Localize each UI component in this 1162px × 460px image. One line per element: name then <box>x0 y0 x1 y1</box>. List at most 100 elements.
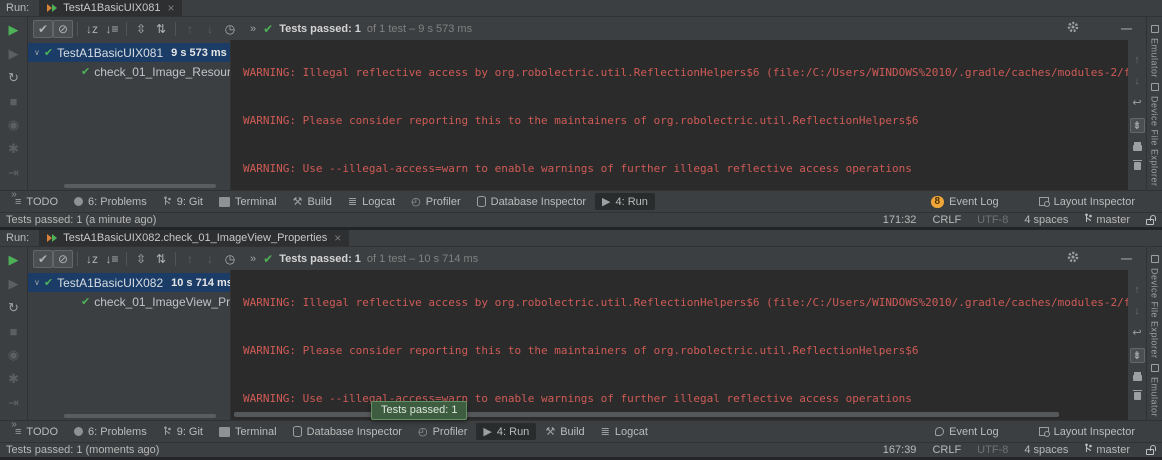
toolwindow-button-terminal[interactable]: Terminal <box>212 424 284 440</box>
caret-position[interactable]: 167:39 <box>883 444 917 456</box>
collapse-all-button[interactable]: ⇅ <box>151 250 171 268</box>
toolwindow-button-build[interactable]: ⚒Build <box>286 193 339 210</box>
chevron-down-icon[interactable]: ∨ <box>34 48 40 57</box>
toolwindow-button-build[interactable]: ⚒Build <box>538 423 591 440</box>
test-tree-row-method[interactable]: ✔ check_01_Image_Resources 9 s 573 ms <box>28 62 230 81</box>
toolwindow-button-logcat[interactable]: ≣Logcat <box>594 423 655 440</box>
toolwindow-button-terminal[interactable]: Terminal <box>212 194 284 210</box>
toolwindow-button-git[interactable]: 9: Git <box>156 424 210 440</box>
device-file-explorer-icon[interactable] <box>1151 83 1159 91</box>
caret-position[interactable]: 171:32 <box>883 214 917 226</box>
console-horizontal-scrollbar[interactable] <box>234 412 1059 417</box>
test-history-dropdown-button[interactable]: ◷ <box>220 20 240 38</box>
more-actions-icon[interactable]: » <box>250 23 255 35</box>
test-tree-row-method[interactable]: ✔ check_01_ImageView_Properties 10 s 714… <box>28 292 230 311</box>
show-ignored-button[interactable]: ⊘ <box>53 20 73 38</box>
next-occurrence-button[interactable]: ↓ <box>200 250 220 268</box>
tool-window-stripe-device-file-explorer[interactable]: Device File Explorer <box>1150 268 1160 359</box>
clear-all-icon[interactable] <box>1134 392 1141 400</box>
rerun-failed-tests-button[interactable]: ▶ <box>9 276 19 292</box>
toolwindow-button-database-inspector[interactable]: Database Inspector <box>470 194 593 210</box>
toggle-auto-test-button[interactable]: ↻ <box>8 70 19 86</box>
test-tree-row-root[interactable]: ∨ ✔ TestA1BasicUIX082 (org.aplas.basica … <box>28 273 230 292</box>
screenshot-button[interactable]: ◉ <box>8 347 19 363</box>
import-tests-button[interactable]: ⇥ <box>8 165 19 181</box>
next-occurrence-button[interactable]: ↓ <box>200 20 220 38</box>
layout-inspector-button[interactable]: Layout Inspector <box>1032 194 1142 210</box>
clear-all-icon[interactable] <box>1134 162 1141 170</box>
toolwindow-button-profiler[interactable]: ◴Profiler <box>411 423 474 440</box>
emulator-icon[interactable] <box>1151 364 1159 372</box>
print-icon[interactable] <box>1133 375 1142 381</box>
toolwindow-button-problems[interactable]: 6: Problems <box>67 194 154 210</box>
toolwindow-button-run[interactable]: ▶4: Run <box>595 193 655 210</box>
soft-wrap-icon[interactable]: ↩ <box>1132 326 1141 339</box>
show-ignored-button[interactable]: ⊘ <box>53 250 73 268</box>
console-output[interactable]: WARNING: Illegal reflective access by or… <box>230 270 1128 420</box>
hide-tool-window-icon[interactable]: — <box>1121 253 1132 265</box>
toolwindow-button-todo[interactable]: ≡TODO <box>8 424 65 440</box>
import-tests-button[interactable]: ⇥ <box>8 395 19 411</box>
indent-indicator[interactable]: 4 spaces <box>1024 444 1068 456</box>
tool-window-stripe-emulator[interactable]: Emulator <box>1150 377 1160 417</box>
event-log-button[interactable]: Event Log <box>928 424 1006 440</box>
line-ending-indicator[interactable]: CRLF <box>932 214 961 226</box>
line-ending-indicator[interactable]: CRLF <box>932 444 961 456</box>
expand-all-button[interactable]: ⇳ <box>131 20 151 38</box>
test-history-button[interactable]: ✱ <box>8 371 19 387</box>
chevron-down-icon[interactable]: ∨ <box>34 278 40 287</box>
test-history-button[interactable]: ✱ <box>8 141 19 157</box>
toolwindow-button-profiler[interactable]: ◴Profiler <box>404 193 467 210</box>
git-branch-widget[interactable]: master <box>1084 443 1130 457</box>
toggle-auto-test-button[interactable]: ↻ <box>8 300 19 316</box>
up-stack-trace-icon[interactable]: ↑ <box>1134 54 1140 66</box>
toolwindow-button-database-inspector[interactable]: Database Inspector <box>286 424 409 440</box>
run-tab[interactable]: TestA1BasicUIX082.check_01_ImageView_Pro… <box>39 230 349 246</box>
test-history-dropdown-button[interactable]: ◷ <box>220 250 240 268</box>
event-log-button[interactable]: 8Event Log <box>924 194 1006 210</box>
show-passed-button[interactable]: ✔ <box>33 20 53 38</box>
toolwindow-button-todo[interactable]: ≡TODO <box>8 194 65 210</box>
screenshot-button[interactable]: ◉ <box>8 117 19 133</box>
soft-wrap-icon[interactable]: ↩ <box>1132 96 1141 109</box>
test-tree-row-root[interactable]: ∨ ✔ TestA1BasicUIX081 (org.aplas.basica … <box>28 43 230 62</box>
scroll-to-end-icon[interactable]: ⇟ <box>1130 118 1145 133</box>
emulator-icon[interactable] <box>1151 25 1159 33</box>
expand-all-button[interactable]: ⇳ <box>131 250 151 268</box>
indent-indicator[interactable]: 4 spaces <box>1024 214 1068 226</box>
rerun-failed-tests-button[interactable]: ▶ <box>9 46 19 62</box>
print-icon[interactable] <box>1133 145 1142 151</box>
tree-horizontal-scrollbar[interactable] <box>64 414 216 418</box>
rerun-button[interactable]: ▶ <box>9 252 19 268</box>
encoding-indicator[interactable]: UTF-8 <box>977 214 1008 226</box>
console-output[interactable]: WARNING: Illegal reflective access by or… <box>230 40 1128 190</box>
tree-horizontal-scrollbar[interactable] <box>64 184 216 188</box>
tool-window-stripe-device-file-explorer[interactable]: Device File Explorer <box>1150 96 1160 187</box>
toolwindow-button-run[interactable]: ▶4: Run <box>476 423 536 440</box>
hide-tool-window-icon[interactable]: — <box>1121 23 1132 35</box>
settings-gear-icon[interactable] <box>1067 21 1079 36</box>
sort-by-duration-button[interactable]: ↓≡ <box>102 20 122 38</box>
show-passed-button[interactable]: ✔ <box>33 250 53 268</box>
sort-alphabetically-button[interactable]: ↓z <box>82 20 102 38</box>
close-icon[interactable]: × <box>167 1 174 15</box>
down-stack-trace-icon[interactable]: ↓ <box>1134 305 1140 317</box>
toolwindow-button-git[interactable]: 9: Git <box>156 194 210 210</box>
scroll-to-end-icon[interactable]: ⇟ <box>1130 348 1145 363</box>
stop-button[interactable]: ■ <box>10 94 18 109</box>
unlock-icon[interactable] <box>1146 219 1154 225</box>
down-stack-trace-icon[interactable]: ↓ <box>1134 75 1140 87</box>
toolwindow-button-logcat[interactable]: ≣Logcat <box>341 193 402 210</box>
stop-button[interactable]: ■ <box>10 324 18 339</box>
encoding-indicator[interactable]: UTF-8 <box>977 444 1008 456</box>
previous-occurrence-button[interactable]: ↑ <box>180 20 200 38</box>
toolwindow-button-problems[interactable]: 6: Problems <box>67 424 154 440</box>
close-icon[interactable]: × <box>334 231 341 245</box>
run-tab[interactable]: TestA1BasicUIX081 × <box>39 0 182 16</box>
sort-by-duration-button[interactable]: ↓≡ <box>102 250 122 268</box>
settings-gear-icon[interactable] <box>1067 251 1079 266</box>
layout-inspector-button[interactable]: Layout Inspector <box>1032 424 1142 440</box>
previous-occurrence-button[interactable]: ↑ <box>180 250 200 268</box>
sort-alphabetically-button[interactable]: ↓z <box>82 250 102 268</box>
more-actions-icon[interactable]: » <box>250 253 255 265</box>
